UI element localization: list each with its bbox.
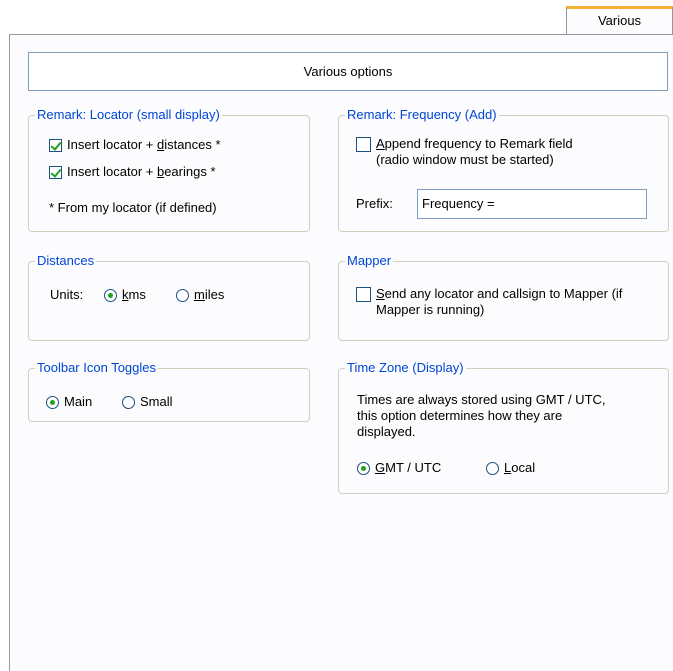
check-icon[interactable] — [49, 138, 62, 152]
local-label-post: ocal — [511, 460, 536, 475]
miles-label-key: m — [194, 287, 205, 302]
append-label-key: A — [376, 136, 385, 151]
main-radio[interactable]: Main — [46, 394, 92, 410]
append-label-post: ppend frequency to Remark field — [384, 136, 573, 151]
radio-icon[interactable] — [46, 395, 59, 409]
toolbar-toggles-legend: Toolbar Icon Toggles — [35, 360, 159, 376]
radio-icon[interactable] — [122, 395, 135, 409]
send-label-line2: Mapper is running) — [376, 302, 485, 317]
mapper-legend: Mapper — [345, 253, 394, 269]
remark-locator-legend: Remark: Locator (small display) — [35, 107, 222, 123]
prefix-input-value: Frequency = — [422, 196, 495, 211]
miles-label-post: iles — [204, 287, 225, 302]
kms-radio[interactable]: kms — [104, 287, 146, 303]
gmt-label-post: MT / UTC — [385, 460, 442, 475]
local-radio[interactable]: Local — [486, 460, 535, 476]
timezone-desc-line3: displayed. — [357, 424, 416, 439]
radio-icon[interactable] — [357, 461, 370, 475]
append-label-line2: (radio window must be started) — [376, 152, 554, 167]
insert-distances-label-post: istances * — [164, 137, 221, 152]
send-label-post: end any locator and callsign to Mapper (… — [384, 286, 623, 301]
main-label: Main — [64, 394, 93, 409]
gmt-utc-radio[interactable]: GMT / UTC — [357, 460, 441, 476]
tab-various[interactable]: Various — [566, 6, 673, 35]
radio-icon[interactable] — [104, 288, 117, 302]
insert-distances-checkbox[interactable]: Insert locator + distances * — [49, 137, 221, 153]
append-frequency-checkbox[interactable]: Append frequency to Remark field (radio … — [356, 136, 573, 168]
checkbox-icon[interactable] — [356, 287, 371, 302]
units-label: Units: — [50, 287, 84, 302]
prefix-label: Prefix: — [356, 196, 393, 211]
send-to-mapper-checkbox[interactable]: Send any locator and callsign to Mapper … — [356, 286, 622, 318]
insert-bearings-checkbox[interactable]: Insert locator + bearings * — [49, 164, 216, 180]
section-header-title: Various options — [303, 64, 393, 79]
insert-distances-label-pre: Insert locator + — [67, 137, 157, 152]
section-header: Various options — [28, 52, 668, 91]
timezone-description: Times are always stored using GMT / UTC,… — [357, 392, 606, 440]
tab-various-label: Various — [597, 13, 642, 28]
small-label: Small — [140, 394, 173, 409]
radio-icon[interactable] — [486, 461, 499, 475]
locator-note: * From my locator (if defined) — [49, 200, 217, 215]
remark-frequency-legend: Remark: Frequency (Add) — [345, 107, 499, 123]
insert-bearings-label-post: earings * — [164, 164, 216, 179]
gmt-label-key: G — [375, 460, 386, 475]
check-icon[interactable] — [49, 165, 62, 179]
miles-radio[interactable]: miles — [176, 287, 224, 303]
timezone-desc-line1: Times are always stored using GMT / UTC, — [357, 392, 606, 407]
prefix-input[interactable]: Frequency = — [417, 189, 647, 219]
distances-legend: Distances — [35, 253, 97, 269]
timezone-desc-line2: this option determines how they are — [357, 408, 563, 423]
kms-label-post: ms — [128, 287, 146, 302]
timezone-legend: Time Zone (Display) — [345, 360, 466, 376]
small-radio[interactable]: Small — [122, 394, 173, 410]
checkbox-icon[interactable] — [356, 137, 371, 152]
radio-icon[interactable] — [176, 288, 189, 302]
send-label-key: S — [376, 286, 385, 301]
insert-bearings-label-pre: Insert locator + — [67, 164, 157, 179]
